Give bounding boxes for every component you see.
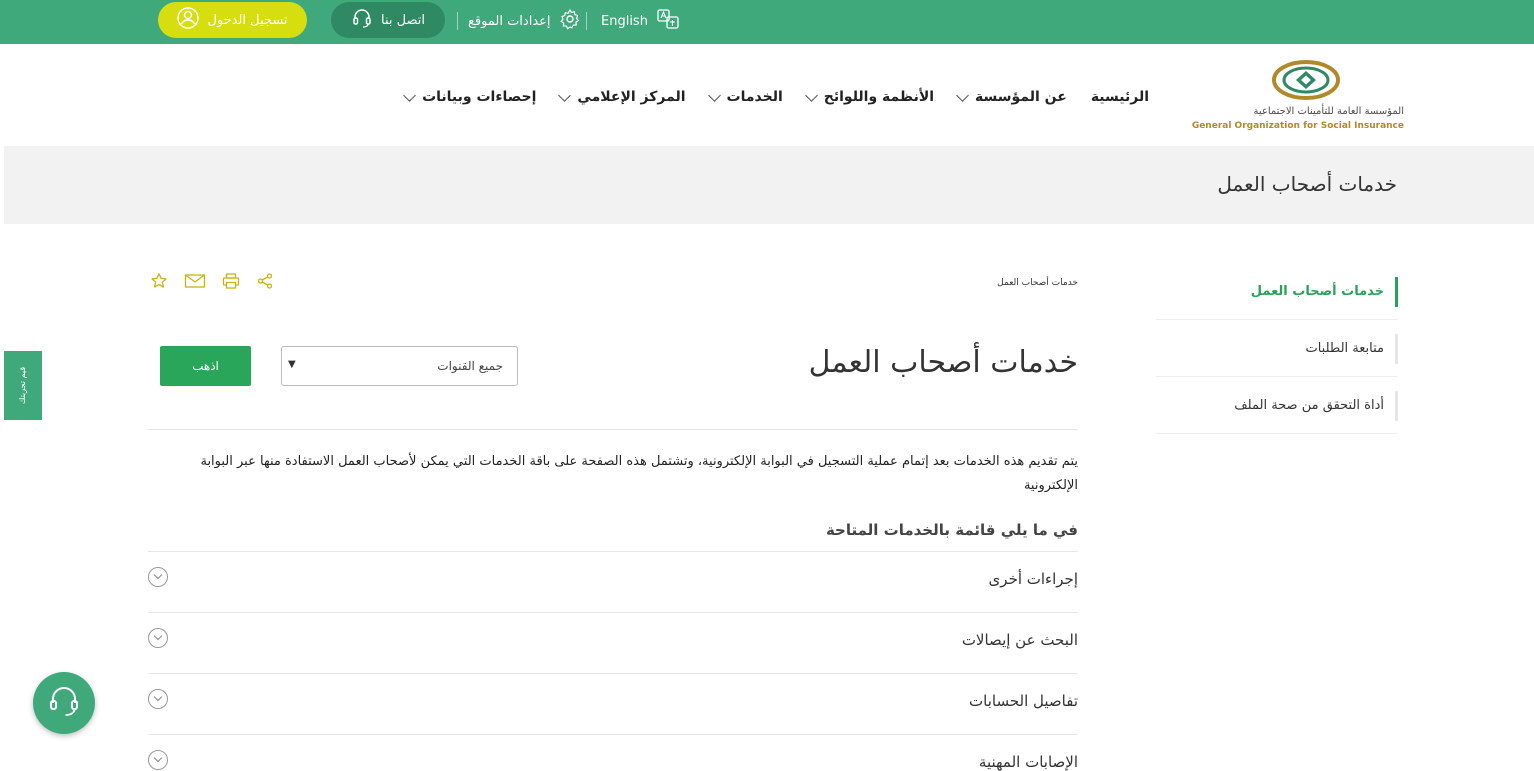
nav-item-label: الخدمات	[726, 89, 783, 105]
accordion-item-account-details[interactable]: تفاصيل الحسابات	[148, 673, 1078, 734]
chevron-circle-icon[interactable]	[148, 750, 168, 770]
logo-english-name: General Organization for Social Insuranc…	[1191, 121, 1404, 131]
chevron-circle-icon[interactable]	[148, 628, 168, 648]
content-heading: خدمات أصحاب العمل	[808, 345, 1078, 380]
sidebar-item-label: متابعة الطلبات	[1305, 340, 1384, 356]
site-settings-link[interactable]: إعدادات الموقع	[468, 8, 581, 34]
channel-select[interactable]: جميع القنوات ▼	[281, 346, 518, 386]
nav-item-home[interactable]: الرئيسية	[1091, 89, 1149, 105]
chevron-down-icon	[707, 88, 721, 102]
gear-icon	[559, 8, 581, 34]
sidebar-item-track-requests[interactable]: متابعة الطلبات	[1156, 320, 1398, 377]
divider	[457, 12, 458, 30]
star-icon[interactable]	[150, 272, 168, 290]
feedback-label: قيم تجربتك	[18, 366, 28, 405]
chevron-down-icon: ▼	[288, 359, 296, 370]
accordion-label: الإصابات المهنية	[978, 753, 1078, 771]
contact-label: اتصل بنا	[381, 12, 425, 28]
chevron-circle-icon[interactable]	[148, 567, 168, 587]
nav-item-statistics[interactable]: إحصاءات وبيانات	[403, 88, 537, 105]
nav-item-label: عن المؤسسة	[975, 89, 1067, 105]
page-title: خدمات أصحاب العمل	[1217, 172, 1397, 196]
services-description: يتم تقديم هذه الخدمات بعد إتمام عملية ال…	[200, 454, 1078, 493]
main-header: الرئيسية عن المؤسسة الأنظمة واللوائح الخ…	[0, 44, 1534, 146]
side-menu: خدمات أصحاب العمل متابعة الطلبات أداة ال…	[1156, 263, 1398, 434]
accordion-label: البحث عن إيصالات	[961, 631, 1078, 649]
nav-item-services[interactable]: الخدمات	[707, 88, 783, 105]
nav-item-regulations[interactable]: الأنظمة واللوائح	[804, 88, 935, 105]
nav-item-label: الرئيسية	[1090, 89, 1149, 105]
nav-item-label: الأنظمة واللوائح	[823, 89, 935, 105]
login-button[interactable]: تسجيل الدخول	[158, 2, 307, 38]
sidebar-item-label: خدمات أصحاب العمل	[1250, 283, 1384, 299]
nav-item-label: المركز الإعلامي	[577, 89, 686, 105]
logo-emblem	[1272, 60, 1340, 100]
support-chat-button[interactable]	[33, 672, 95, 734]
page-tools	[150, 272, 274, 290]
nav-item-media-center[interactable]: المركز الإعلامي	[558, 88, 686, 105]
accordion-item-occupational-injuries[interactable]: الإصابات المهنية	[148, 734, 1078, 771]
feedback-tab[interactable]: قيم تجربتك	[4, 351, 42, 420]
top-bar: تسجيل الدخول اتصل بنا إعدادات الموقع Eng…	[0, 0, 1534, 44]
language-switch[interactable]: English	[601, 8, 680, 34]
mail-icon[interactable]	[184, 272, 206, 290]
go-button[interactable]: اذهب	[160, 346, 251, 386]
print-icon[interactable]	[222, 272, 240, 290]
go-button-label: اذهب	[192, 359, 219, 373]
translate-icon	[656, 8, 680, 34]
login-label: تسجيل الدخول	[207, 12, 288, 28]
chevron-down-icon	[403, 88, 416, 102]
sidebar-item-file-validation-tool[interactable]: أداة التحقق من صحة الملف	[1156, 377, 1398, 434]
breadcrumb[interactable]: خدمات أصحاب العمل	[997, 278, 1078, 288]
main-nav: الرئيسية عن المؤسسة الأنظمة واللوائح الخ…	[403, 88, 1149, 105]
chevron-down-icon	[804, 88, 818, 102]
nav-item-about[interactable]: عن المؤسسة	[956, 88, 1067, 105]
accordion-label: تفاصيل الحسابات	[969, 692, 1078, 710]
language-label: English	[601, 13, 648, 29]
nav-item-label: إحصاءات وبيانات	[422, 89, 537, 105]
user-circle-icon	[177, 7, 200, 33]
gosi-logo[interactable]: المؤسسة العامة للتأمينات الاجتماعية Gene…	[1192, 56, 1404, 136]
sidebar-item-label: أداة التحقق من صحة الملف	[1234, 397, 1384, 413]
divider	[148, 429, 1078, 430]
chevron-circle-icon[interactable]	[148, 689, 168, 709]
page-title-band: خدمات أصحاب العمل	[4, 146, 1534, 224]
chevron-down-icon	[558, 88, 572, 102]
headset-icon	[351, 7, 373, 33]
contact-button[interactable]: اتصل بنا	[331, 2, 445, 38]
accordion-item-receipt-search[interactable]: البحث عن إيصالات	[148, 612, 1078, 673]
support-headset-icon	[44, 681, 84, 725]
logo-arabic-name: المؤسسة العامة للتأمينات الاجتماعية	[1253, 106, 1404, 117]
settings-label: إعدادات الموقع	[468, 13, 551, 29]
channel-select-value: جميع القنوات	[437, 359, 503, 373]
accordion-label: إجراءات أخرى	[988, 570, 1078, 588]
share-icon[interactable]	[256, 272, 274, 290]
sidebar-item-employer-services[interactable]: خدمات أصحاب العمل	[1156, 263, 1398, 320]
services-list-title: في ما يلي قائمة بالخدمات المتاحة	[825, 521, 1078, 539]
divider	[586, 12, 587, 30]
accordion-item-other-procedures[interactable]: إجراءات أخرى	[148, 551, 1078, 612]
chevron-down-icon	[956, 88, 969, 102]
